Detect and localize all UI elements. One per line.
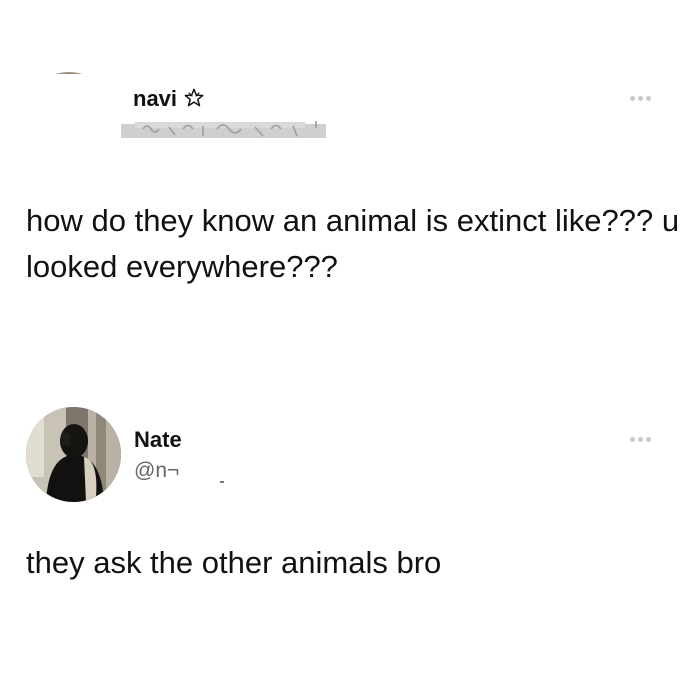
more-options-icon[interactable] bbox=[630, 96, 652, 102]
display-name-text: navi bbox=[133, 86, 178, 111]
avatar-image bbox=[26, 407, 121, 502]
avatar-image bbox=[24, 72, 114, 74]
tweet-reply: Nate @n¬ they ask the other animals bro bbox=[0, 395, 700, 615]
display-name[interactable]: navi bbox=[133, 86, 205, 112]
more-options-icon[interactable] bbox=[630, 437, 652, 443]
outline-star-icon bbox=[184, 88, 204, 107]
tweet-text: they ask the other animals bro bbox=[26, 545, 442, 580]
tweet-original: navi how do they know an animal is extin… bbox=[0, 0, 700, 330]
avatar[interactable] bbox=[24, 0, 114, 74]
handle-redacted bbox=[121, 117, 326, 151]
handle[interactable]: @n¬ bbox=[134, 459, 179, 483]
display-name-text: Nate bbox=[134, 427, 182, 452]
handle-redaction-mark bbox=[220, 481, 224, 483]
display-name[interactable]: Nate bbox=[134, 427, 182, 453]
tweet-text: how do they know an animal is extinct li… bbox=[26, 203, 680, 284]
avatar[interactable] bbox=[26, 407, 121, 502]
